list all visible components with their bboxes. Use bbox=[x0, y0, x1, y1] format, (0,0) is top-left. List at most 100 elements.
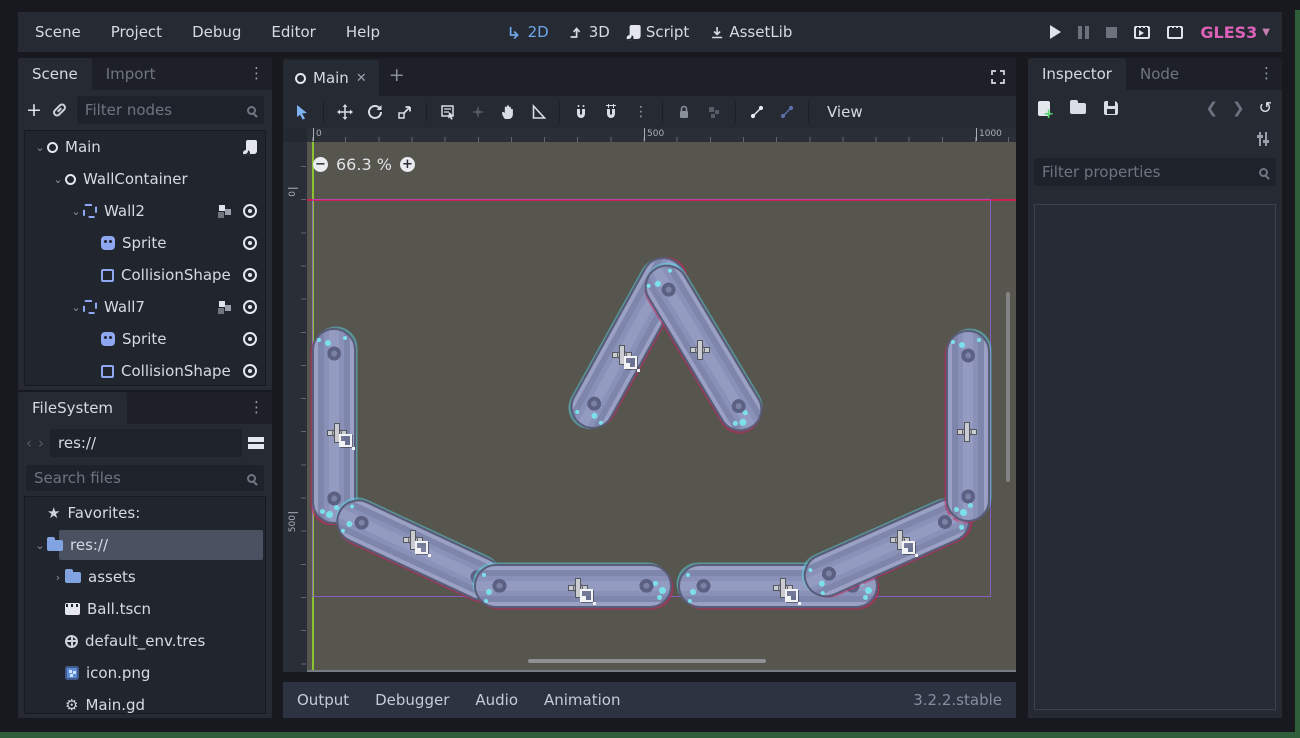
pan-tool-button[interactable] bbox=[495, 99, 521, 125]
filter-properties-input[interactable]: Filter properties bbox=[1034, 158, 1276, 186]
save-resource-button[interactable] bbox=[1104, 101, 1118, 115]
scene-node-row[interactable]: ⌄Wall2 bbox=[25, 195, 265, 227]
scene-node-row[interactable]: Sprite bbox=[25, 323, 265, 355]
scene-node-row[interactable]: Sprite bbox=[25, 227, 265, 259]
split-mode-icon[interactable] bbox=[248, 437, 264, 449]
scale-tool-button[interactable] bbox=[392, 99, 418, 125]
grid-snap-button[interactable] bbox=[598, 99, 624, 125]
tree-chevron-icon[interactable]: ⌄ bbox=[33, 539, 47, 552]
menu-debug[interactable]: Debug bbox=[181, 19, 252, 45]
tab-scene[interactable]: Scene bbox=[18, 58, 92, 90]
file-row[interactable]: ⌄res:// bbox=[25, 529, 265, 561]
play-custom-scene-button[interactable] bbox=[1167, 26, 1183, 39]
mode-3d[interactable]: 3D bbox=[569, 23, 610, 41]
horizontal-scrollbar[interactable] bbox=[528, 659, 766, 663]
tab-inspector[interactable]: Inspector bbox=[1028, 58, 1126, 90]
tree-chevron-icon[interactable]: ⌄ bbox=[33, 141, 47, 154]
dock-menu-icon[interactable]: ⋮ bbox=[1259, 64, 1274, 82]
renderer-dropdown[interactable]: GLES3 ▼ bbox=[1200, 23, 1270, 42]
history-forward-button[interactable]: › bbox=[38, 434, 44, 452]
rotate-tool-button[interactable] bbox=[362, 99, 388, 125]
zoom-in-button[interactable]: + bbox=[400, 157, 415, 172]
mode-script[interactable]: Script bbox=[630, 23, 690, 41]
smart-snap-button[interactable] bbox=[568, 99, 594, 125]
history-icon[interactable]: ↺ bbox=[1259, 100, 1272, 116]
file-row[interactable]: icon.png bbox=[25, 657, 265, 689]
zoom-out-button[interactable]: − bbox=[313, 157, 328, 172]
skeleton-options-button[interactable] bbox=[774, 99, 800, 125]
distraction-free-button[interactable] bbox=[990, 58, 1016, 96]
add-node-button[interactable]: + bbox=[26, 101, 42, 120]
search-files-input[interactable]: Search files bbox=[26, 465, 264, 491]
file-row[interactable]: ⚙Main.gd bbox=[25, 689, 265, 714]
bottom-tab-debugger[interactable]: Debugger bbox=[365, 687, 459, 713]
instance-scene-button[interactable] bbox=[51, 102, 67, 118]
tree-chevron-icon[interactable]: ⌄ bbox=[69, 301, 83, 314]
row-icons bbox=[219, 300, 265, 314]
pause-button[interactable] bbox=[1078, 26, 1089, 39]
visibility-eye-icon[interactable] bbox=[243, 364, 257, 378]
file-row[interactable]: default_env.tres bbox=[25, 625, 265, 657]
history-forward-button[interactable]: ❯ bbox=[1232, 99, 1245, 117]
history-back-button[interactable]: ‹ bbox=[26, 434, 32, 452]
menu-project[interactable]: Project bbox=[100, 19, 173, 45]
new-scene-tab-button[interactable]: + bbox=[379, 60, 415, 96]
stop-button[interactable] bbox=[1106, 27, 1117, 38]
dock-menu-icon[interactable]: ⋮ bbox=[249, 64, 264, 82]
group-object-button[interactable] bbox=[701, 99, 727, 125]
file-row[interactable]: ›assets bbox=[25, 561, 265, 593]
position-gizmo-icon[interactable] bbox=[691, 341, 709, 359]
vertical-scrollbar[interactable] bbox=[1006, 292, 1010, 482]
object-properties-icon[interactable] bbox=[1256, 132, 1270, 146]
menu-scene[interactable]: Scene bbox=[24, 19, 92, 45]
scene-tab-main[interactable]: Main ✕ bbox=[283, 60, 379, 96]
scene-node-row[interactable]: ⌄WallContainer bbox=[25, 163, 265, 195]
gizmo-center bbox=[696, 346, 704, 354]
mode-2d[interactable]: 2D bbox=[508, 23, 549, 41]
load-resource-button[interactable] bbox=[1070, 103, 1086, 114]
new-resource-button[interactable] bbox=[1038, 101, 1050, 116]
tab-filesystem[interactable]: FileSystem bbox=[18, 392, 127, 424]
bottom-tab-audio[interactable]: Audio bbox=[465, 687, 528, 713]
play-scene-button[interactable] bbox=[1134, 26, 1150, 39]
visibility-eye-icon[interactable] bbox=[243, 332, 257, 346]
2d-viewport-canvas[interactable]: − 66.3 % + bbox=[307, 142, 1016, 672]
scene-node-row[interactable]: ⌄Wall7 bbox=[25, 291, 265, 323]
menu-help[interactable]: Help bbox=[335, 19, 391, 45]
skeleton-bone-button[interactable] bbox=[744, 99, 770, 125]
scene-node-row[interactable]: CollisionShape bbox=[25, 259, 265, 291]
dock-menu-icon[interactable]: ⋮ bbox=[249, 398, 264, 416]
play-button[interactable] bbox=[1050, 25, 1061, 39]
mode-assetlib[interactable]: AssetLib bbox=[709, 23, 792, 41]
visibility-eye-icon[interactable] bbox=[243, 204, 257, 218]
menu-editor[interactable]: Editor bbox=[260, 19, 326, 45]
bottom-tab-output[interactable]: Output bbox=[287, 687, 359, 713]
scene-node-row[interactable]: ⌄Main bbox=[25, 131, 265, 163]
move-tool-button[interactable] bbox=[332, 99, 358, 125]
move-pivot-button[interactable] bbox=[465, 99, 491, 125]
view-menu[interactable]: View bbox=[817, 103, 873, 121]
tree-chevron-icon[interactable]: ⌄ bbox=[51, 173, 65, 186]
position-gizmo-icon[interactable] bbox=[958, 423, 976, 441]
list-select-tool-button[interactable] bbox=[435, 99, 461, 125]
visibility-eye-icon[interactable] bbox=[243, 300, 257, 314]
close-icon[interactable]: ✕ bbox=[356, 71, 367, 86]
tab-node[interactable]: Node bbox=[1126, 58, 1193, 90]
snap-options-menu[interactable]: ⋮ bbox=[628, 99, 654, 125]
visibility-eye-icon[interactable] bbox=[243, 236, 257, 250]
bottom-tab-animation[interactable]: Animation bbox=[534, 687, 630, 713]
scene-node-row[interactable]: CollisionShape bbox=[25, 355, 265, 386]
history-back-button[interactable]: ❮ bbox=[1205, 99, 1218, 117]
visibility-eye-icon[interactable] bbox=[243, 268, 257, 282]
tab-import[interactable]: Import bbox=[92, 58, 170, 90]
lock-object-button[interactable] bbox=[671, 99, 697, 125]
ruler-tool-button[interactable] bbox=[525, 99, 551, 125]
tree-chevron-icon[interactable]: ⌄ bbox=[69, 205, 83, 218]
file-row[interactable]: ★Favorites: bbox=[25, 497, 265, 529]
bubbles bbox=[349, 504, 354, 509]
path-input[interactable]: res:// bbox=[50, 429, 242, 457]
file-row[interactable]: Ball.tscn bbox=[25, 593, 265, 625]
filter-nodes-input[interactable]: Filter nodes bbox=[77, 96, 264, 124]
select-tool-button[interactable] bbox=[289, 99, 315, 125]
tree-chevron-icon[interactable]: › bbox=[51, 571, 65, 584]
